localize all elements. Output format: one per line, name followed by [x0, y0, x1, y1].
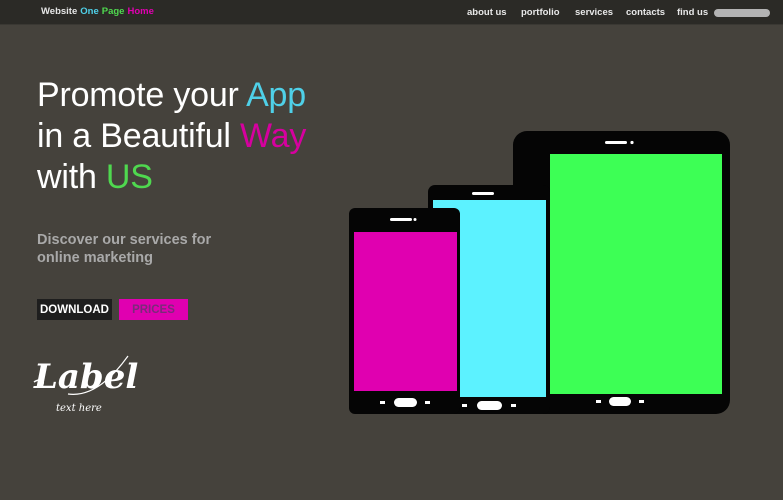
device-illustration: [349, 131, 730, 414]
tablet-camera-icon: [630, 140, 634, 145]
brand-word-page: Page: [101, 6, 125, 17]
top-nav-bar: Website One Page Home about us portfolio se…: [0, 0, 783, 25]
brand-word-home: Home: [127, 6, 154, 17]
phone-small-home-button: [394, 398, 417, 407]
brand-word-one: One: [80, 6, 99, 17]
phone-small-screen: [354, 232, 457, 391]
phone-small-device: [349, 208, 460, 414]
nav-link-contacts[interactable]: contacts: [626, 7, 665, 18]
phone-large-back-icon: [462, 404, 467, 407]
headline-highlight-us: US: [105, 158, 153, 196]
headline-text: in a Beautiful: [37, 117, 241, 155]
tablet-back-icon: [596, 400, 601, 403]
hero-headline: Promote your App in a Beautiful Way with…: [37, 75, 306, 198]
site-brand[interactable]: Website One Page Home: [41, 6, 157, 17]
nav-link-services[interactable]: services: [575, 7, 613, 18]
hero-subtitle: Discover our services for online marketi…: [37, 232, 212, 266]
tablet-speaker-icon: [605, 141, 627, 144]
nav-link-find-us[interactable]: find us: [677, 7, 708, 18]
search-input[interactable]: [714, 9, 770, 17]
headline-highlight-app: App: [246, 76, 306, 114]
tablet-home-button: [609, 397, 631, 406]
logo-tagline: text here: [56, 403, 102, 414]
phone-large-menu-icon: [511, 404, 516, 407]
nav-link-about-us[interactable]: about us: [467, 7, 507, 18]
phone-small-menu-icon: [425, 401, 430, 404]
prices-button[interactable]: PRICES: [119, 299, 188, 320]
headline-text: with: [37, 158, 106, 196]
phone-small-speaker-icon: [390, 218, 412, 221]
headline-text: Promote your: [37, 76, 247, 114]
tablet-menu-icon: [639, 400, 644, 403]
label-logo: Label text here: [33, 355, 138, 414]
phone-small-back-icon: [380, 401, 385, 404]
tablet-screen: [550, 154, 722, 394]
phone-large-speaker-icon: [472, 192, 494, 195]
phone-small-camera-icon: [413, 218, 417, 221]
phone-large-home-button: [477, 401, 502, 410]
headline-highlight-way: Way: [240, 117, 307, 155]
brand-word-website: Website: [41, 6, 78, 17]
download-button[interactable]: DOWNLOAD: [37, 299, 112, 320]
nav-link-portfolio[interactable]: portfolio: [521, 7, 560, 18]
